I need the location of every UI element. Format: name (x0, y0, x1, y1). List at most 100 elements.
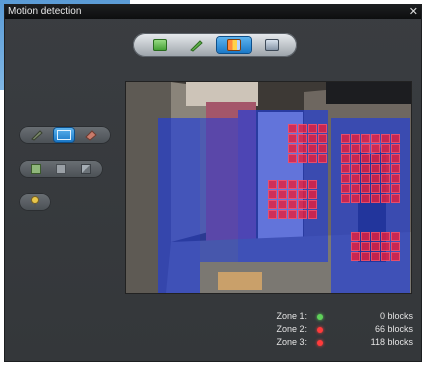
motion-block (351, 164, 360, 173)
motion-block (298, 124, 307, 133)
motion-block (361, 134, 370, 143)
pencil-button[interactable] (27, 128, 47, 142)
camera-view[interactable] (125, 81, 412, 294)
mode-toolbar (133, 33, 297, 57)
motion-block (391, 134, 400, 143)
motion-block (351, 242, 360, 251)
motion-block (391, 174, 400, 183)
motion-block (371, 134, 380, 143)
eraser-button[interactable] (81, 128, 101, 142)
motion-block (268, 180, 277, 189)
motion-block (371, 194, 380, 203)
motion-blocks (288, 124, 327, 163)
close-icon[interactable]: ✕ (409, 5, 418, 19)
motion-block (278, 210, 287, 219)
motion-block (288, 190, 297, 199)
motion-block (341, 194, 350, 203)
zone-label: Zone 1: (276, 311, 307, 321)
motion-block (298, 134, 307, 143)
motion-block (371, 174, 380, 183)
motion-block (351, 134, 360, 143)
motion-block (298, 180, 307, 189)
motion-block (351, 154, 360, 163)
export-icon (153, 39, 167, 51)
motion-block (318, 154, 327, 163)
motion-block (298, 200, 307, 209)
motion-block (341, 174, 350, 183)
motion-block (308, 134, 317, 143)
motion-blocks (268, 180, 317, 219)
window-title: Motion detection (8, 6, 82, 17)
motion-block (288, 144, 297, 153)
motion-block (351, 144, 360, 153)
rectangle-button[interactable] (54, 128, 74, 142)
zone-3-row: Zone 3: 118 blocks (263, 337, 413, 350)
motion-block (361, 174, 370, 183)
motion-blocks (351, 232, 400, 261)
rectangle-icon (57, 130, 71, 140)
zone-2-row: Zone 2: 66 blocks (263, 324, 413, 337)
motion-detection-window: Motion detection ✕ Zone 1: 0 blocks Zone… (4, 4, 422, 362)
invert-button[interactable] (76, 162, 96, 176)
motion-block (381, 164, 390, 173)
zone-count: 66 blocks (374, 324, 413, 334)
motion-block (361, 144, 370, 153)
motion-block (391, 194, 400, 203)
motion-block (371, 242, 380, 251)
motion-block (361, 252, 370, 261)
eraser-icon (85, 130, 97, 141)
zone-count: 0 blocks (379, 311, 413, 321)
motion-block (278, 180, 287, 189)
pencil-icon (31, 130, 43, 141)
fill-button[interactable] (26, 162, 46, 176)
clear-button[interactable] (51, 162, 71, 176)
motion-block (381, 174, 390, 183)
motion-block (288, 124, 297, 133)
motion-block (298, 210, 307, 219)
brush-button[interactable] (179, 37, 213, 53)
zone-1-area (200, 118, 238, 262)
motion-block (268, 190, 277, 199)
motion-block (318, 134, 327, 143)
display-icon (265, 39, 279, 51)
motion-block (318, 144, 327, 153)
motion-block (288, 210, 297, 219)
motion-block (381, 184, 390, 193)
motion-block (278, 190, 287, 199)
motion-block (391, 252, 400, 261)
export-button[interactable] (143, 37, 177, 53)
pin-button[interactable] (25, 195, 45, 209)
zone-2-status-dot (317, 327, 323, 333)
display-button[interactable] (255, 37, 289, 53)
marker-tools (19, 193, 51, 211)
zone-3-status-dot (317, 340, 323, 346)
zone-legend: Zone 1: 0 blocks Zone 2: 66 blocks Zone … (263, 311, 413, 350)
title-bar[interactable]: Motion detection ✕ (5, 5, 421, 19)
motion-block (391, 184, 400, 193)
motion-block (308, 210, 317, 219)
motion-block (278, 200, 287, 209)
zone-count: 118 blocks (370, 337, 413, 347)
motion-block (308, 200, 317, 209)
motion-block (361, 242, 370, 251)
motion-block (381, 252, 390, 261)
motion-block (341, 164, 350, 173)
brush-icon (190, 40, 203, 52)
drawing-tools (19, 126, 111, 144)
motion-block (391, 242, 400, 251)
motion-block (371, 252, 380, 261)
motion-block (351, 194, 360, 203)
zone-3-area (158, 118, 200, 293)
motion-block (308, 190, 317, 199)
motion-block (361, 184, 370, 193)
motion-block (391, 154, 400, 163)
fill-tools (19, 160, 103, 178)
zones-button[interactable] (217, 37, 251, 53)
motion-block (381, 144, 390, 153)
motion-block (361, 194, 370, 203)
fill-icon (31, 164, 41, 174)
motion-block (371, 164, 380, 173)
motion-block (288, 154, 297, 163)
motion-block (318, 124, 327, 133)
clear-icon (56, 164, 66, 174)
